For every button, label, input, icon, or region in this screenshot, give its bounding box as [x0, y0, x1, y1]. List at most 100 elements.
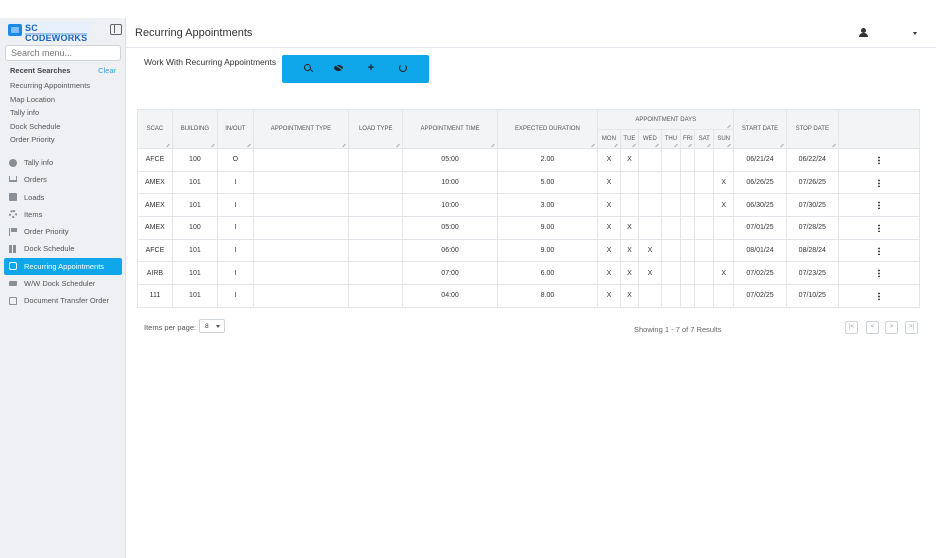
app-window: SC CODEWORKS Recent Searches Clear Recur… [0, 18, 936, 558]
column-header-tue[interactable]: TUE [619, 129, 640, 149]
column-header-load-type[interactable]: LOAD TYPE [348, 109, 404, 149]
cell-stop-date: 07/10/25 [785, 284, 839, 308]
recent-item[interactable]: Order Priority [10, 133, 90, 147]
cell-expected-duration: 5.00 [496, 170, 599, 195]
more-vertical-icon[interactable] [877, 291, 880, 300]
table-row[interactable]: AMEX 101 I 10:00 5.00 X X 06/26/25 07/26/25 [137, 170, 921, 195]
sidebar-item-orders[interactable]: Orders [4, 171, 122, 188]
sidebar-item-dock-schedule[interactable]: Dock Schedule [4, 240, 122, 257]
first-page-button[interactable]: |< [845, 321, 858, 334]
more-vertical-icon[interactable] [877, 223, 880, 232]
cell-day-mon: X [597, 170, 621, 195]
cell-appointment-time: 04:00 [402, 284, 498, 308]
menu-search-input[interactable] [5, 45, 121, 61]
refresh-icon[interactable] [396, 61, 410, 75]
column-header-appointment-type[interactable]: APPOINTMENT TYPE [252, 109, 350, 149]
column-header-mon[interactable]: MON [597, 129, 621, 149]
add-button[interactable]: + [364, 61, 378, 75]
items-per-page-select[interactable]: 8 [199, 319, 225, 333]
cell-expected-duration: 6.00 [496, 261, 599, 286]
cell-scac: AIRB [137, 261, 173, 286]
sidebar-item-order-priority[interactable]: Order Priority [4, 223, 122, 240]
cell-start-date: 07/01/25 [733, 216, 787, 240]
column-header-start-date[interactable]: START DATE [733, 109, 787, 149]
cell-day-thu [660, 148, 682, 172]
more-vertical-icon[interactable] [877, 155, 880, 164]
sidebar-item-label: Order Priority [24, 227, 69, 237]
column-header-stop-date[interactable]: STOP DATE [785, 109, 839, 149]
sidebar-item-document-transfer-order[interactable]: Document Transfer Order [4, 292, 122, 309]
cell-day-mon: X [597, 238, 621, 263]
cell-day-sun [712, 148, 735, 172]
cell-day-fri [680, 193, 696, 218]
cell-day-wed [638, 170, 662, 195]
column-header-building[interactable]: BUILDING [171, 109, 218, 149]
column-header-thu[interactable]: THU [660, 129, 682, 149]
sidebar: SC CODEWORKS Recent Searches Clear Recur… [0, 18, 126, 558]
search-icon[interactable] [301, 61, 315, 75]
cell-inout: I [216, 193, 254, 218]
recent-item[interactable]: Tally info [10, 106, 90, 120]
cell-day-thu [660, 284, 682, 308]
more-vertical-icon[interactable] [877, 269, 880, 278]
cell-stop-date: 08/28/24 [785, 238, 839, 263]
column-header-expected-duration[interactable]: EXPECTED DURATION [496, 109, 599, 149]
cell-appointment-type [252, 238, 350, 263]
next-page-button[interactable]: > [885, 321, 898, 334]
cell-inout: I [216, 216, 254, 240]
cell-day-wed [638, 216, 662, 240]
sidebar-item-recurring-appointments[interactable]: Recurring Appointments [4, 257, 122, 276]
sidebar-item-label: W/W Dock Scheduler [24, 279, 96, 289]
cell-scac: 111 [137, 284, 173, 308]
table-row[interactable]: AIRB 101 I 07:00 6.00 X X X X 07/02/25 07/23/25 [137, 261, 921, 286]
clear-recent-button[interactable]: Clear [98, 66, 116, 75]
table-row[interactable]: AMEX 101 I 10:00 3.00 X X 06/30/25 07/30/25 [137, 193, 921, 218]
more-vertical-icon[interactable] [877, 201, 880, 210]
eye-off-icon[interactable] [332, 61, 346, 75]
column-header-appointment-time[interactable]: APPOINTMENT TIME [402, 109, 498, 149]
cell-appointment-time: 06:00 [402, 238, 498, 263]
cell-actions [837, 284, 921, 308]
more-vertical-icon[interactable] [877, 178, 880, 187]
cell-building: 100 [171, 216, 218, 240]
cell-stop-date: 06/22/24 [785, 148, 839, 172]
column-header-sat[interactable]: SAT [694, 129, 714, 149]
cell-start-date: 06/26/25 [733, 170, 787, 195]
cell-day-tue: X [619, 216, 640, 240]
table-row[interactable]: AFCE 100 O 05:00 2.00 X X 06/21/24 06/22/24 [137, 148, 921, 172]
cell-actions [837, 170, 921, 195]
column-header-inout[interactable]: IN/OUT [216, 109, 254, 149]
chevron-down-icon[interactable] [913, 32, 917, 35]
table-row[interactable]: 111 101 I 04:00 8.00 X X 07/02/25 07/10/25 [137, 284, 921, 308]
cell-appointment-time: 10:00 [402, 193, 498, 218]
recent-item[interactable]: Recurring Appointments [10, 79, 90, 93]
cell-day-sat [694, 216, 714, 240]
sidebar-toggle-icon[interactable] [110, 24, 122, 35]
brand-logo[interactable]: SC CODEWORKS [6, 22, 90, 43]
last-page-button[interactable]: >| [905, 321, 918, 334]
cell-expected-duration: 9.00 [496, 216, 599, 240]
sidebar-item-ww-dock-scheduler[interactable]: W/W Dock Scheduler [4, 275, 122, 292]
recent-item[interactable]: Map Location [10, 93, 90, 107]
column-header-sun[interactable]: SUN [712, 129, 735, 149]
user-icon[interactable] [859, 28, 869, 38]
cell-building: 101 [171, 261, 218, 286]
recent-item[interactable]: Dock Schedule [10, 120, 90, 134]
cell-day-thu [660, 170, 682, 195]
prev-page-button[interactable]: < [866, 321, 879, 334]
column-header-scac[interactable]: SCAC [137, 109, 173, 149]
calendar-icon [9, 262, 17, 271]
cart-icon [9, 176, 17, 183]
sidebar-item-items[interactable]: Items [4, 206, 122, 223]
more-vertical-icon[interactable] [877, 246, 880, 255]
cell-stop-date: 07/30/25 [785, 193, 839, 218]
cell-appointment-type [252, 261, 350, 286]
cell-load-type [348, 170, 404, 195]
table-row[interactable]: AFCE 101 I 06:00 9.00 X X X 08/01/24 08/28/24 [137, 238, 921, 263]
sidebar-item-tally-info[interactable]: Tally info [4, 154, 122, 171]
table-row[interactable]: AMEX 100 I 05:00 9.00 X X 07/01/25 07/28/25 [137, 216, 921, 240]
column-header-fri[interactable]: FRI [680, 129, 696, 149]
column-header-wed[interactable]: WED [638, 129, 662, 149]
cell-appointment-type [252, 170, 350, 195]
sidebar-item-loads[interactable]: Loads [4, 189, 122, 206]
